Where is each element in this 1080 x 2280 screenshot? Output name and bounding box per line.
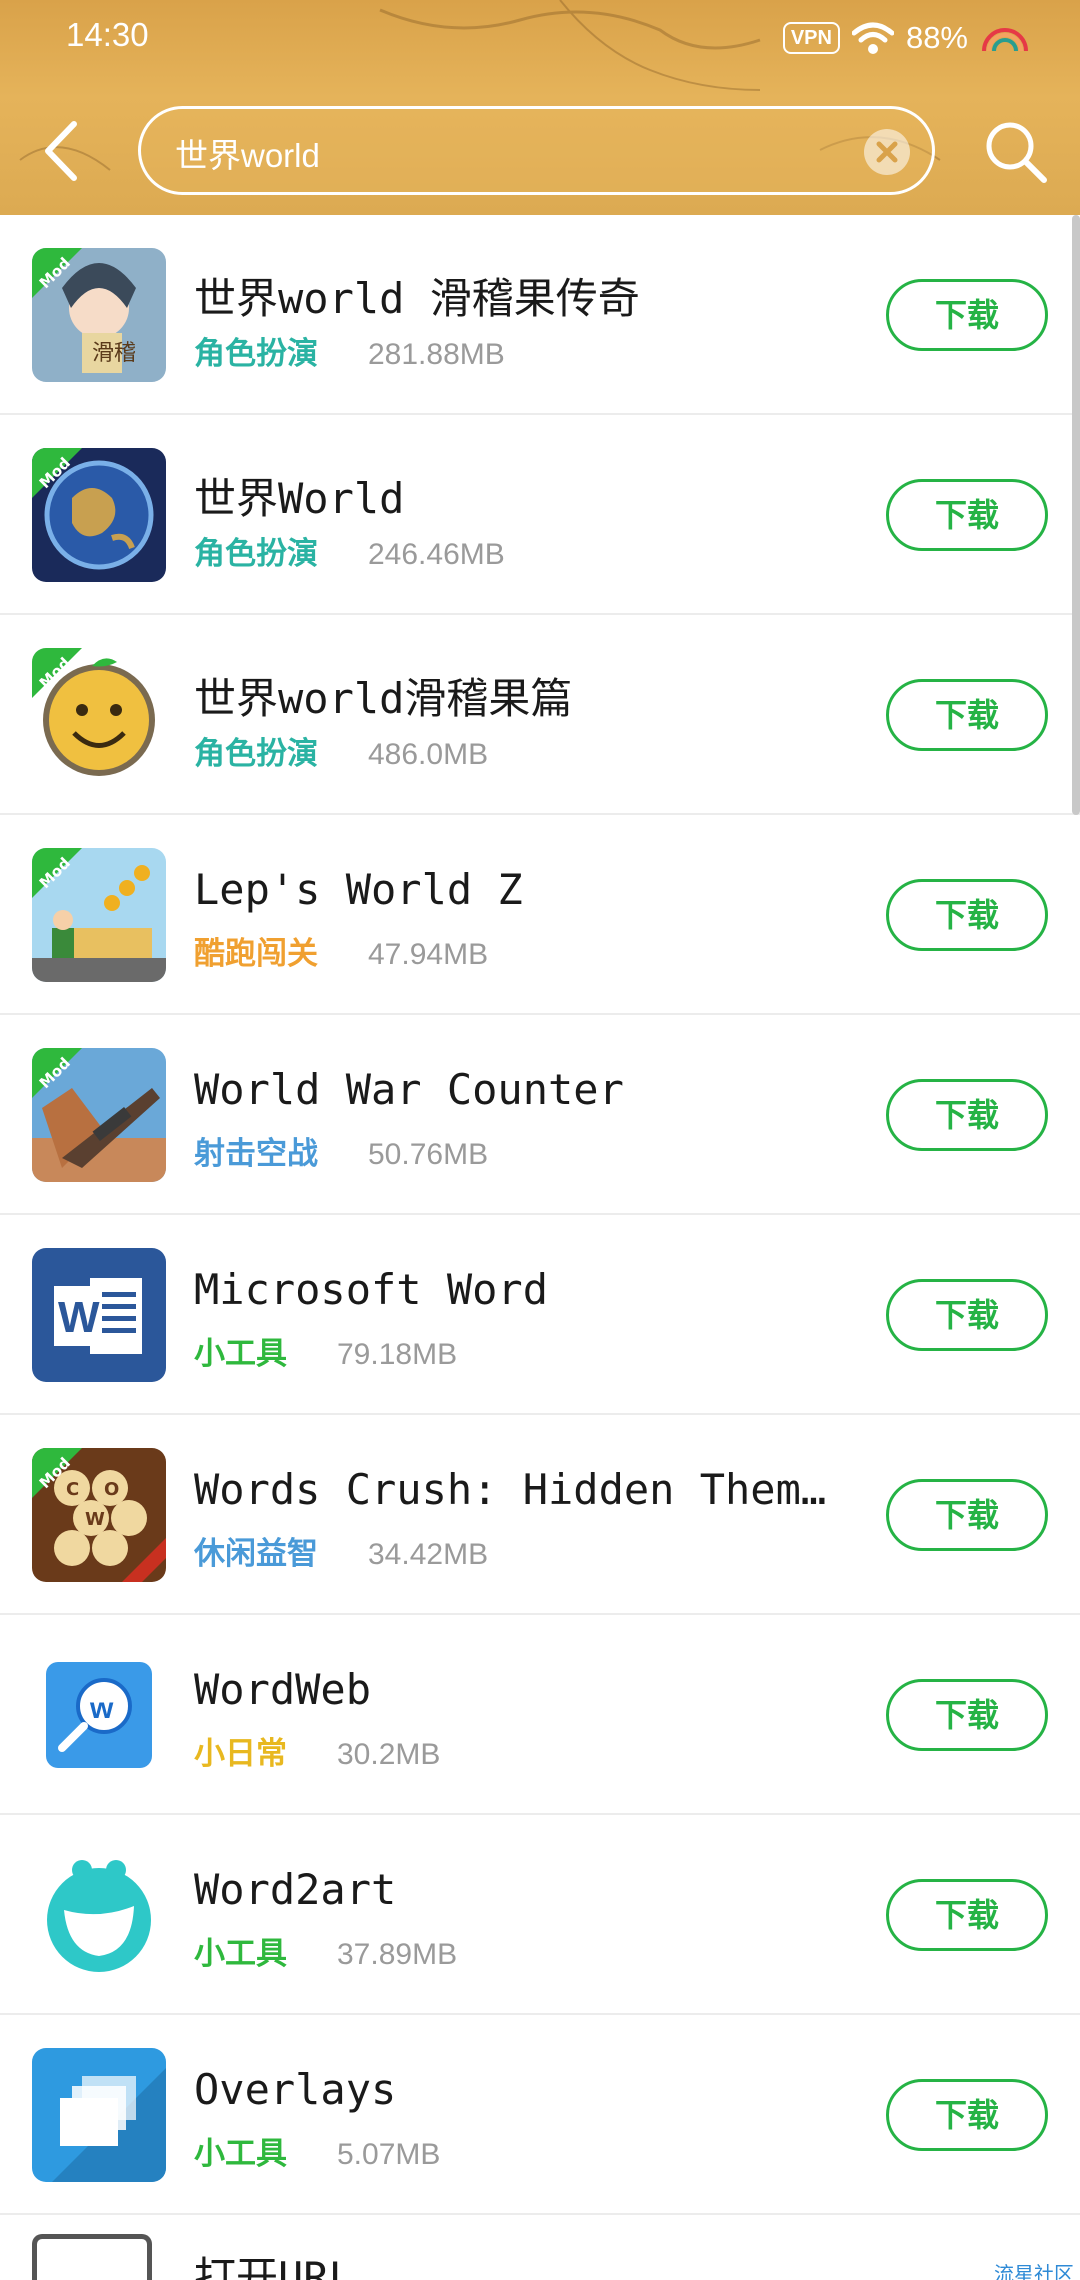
- mod-badge-icon: Mod: [32, 848, 82, 898]
- mod-badge-icon: Mod: [32, 1448, 82, 1498]
- app-size: 486.0MB: [368, 738, 489, 771]
- app-category: 小工具: [194, 1936, 287, 1972]
- app-category: 小日常: [194, 1736, 287, 1772]
- download-button[interactable]: 下载: [886, 679, 1048, 751]
- download-button[interactable]: 下载: [886, 1879, 1048, 1951]
- app-size: 79.18MB: [337, 1338, 458, 1371]
- download-button[interactable]: 下载: [886, 879, 1048, 951]
- download-button[interactable]: 下载: [886, 1079, 1048, 1151]
- mod-badge-icon: Mod: [32, 248, 82, 298]
- platformer-icon: Mod: [32, 848, 166, 982]
- words-crush-icon: C O W Mod: [32, 1448, 166, 1582]
- result-row[interactable]: Overlays 小工具 5.07MB 下载: [0, 2015, 1080, 2215]
- search-results-list: 滑稽 Mod 世界world 滑稽果传奇 角色扮演 281.88MB 下载 Mo…: [0, 215, 1080, 2215]
- wordweb-icon: w: [32, 1648, 166, 1782]
- overlays-icon: [32, 2048, 166, 2182]
- mod-badge-icon: Mod: [32, 448, 82, 498]
- app-category: 角色扮演: [194, 536, 318, 572]
- app-category: 小工具: [194, 2136, 287, 2172]
- app-category: 射击空战: [194, 1136, 318, 1172]
- svg-text:O: O: [104, 1479, 119, 1500]
- search-input[interactable]: 世界world: [138, 106, 935, 195]
- result-row[interactable]: Mod 世界World 角色扮演 246.46MB 下载: [0, 415, 1080, 615]
- svg-text:滑稽: 滑稽: [92, 341, 136, 366]
- app-size: 37.89MB: [337, 1938, 458, 1971]
- app-category: 酷跑闯关: [194, 936, 318, 972]
- download-button[interactable]: 下载: [886, 2079, 1048, 2151]
- result-row[interactable]: W Microsoft Word 小工具 79.18MB 下载: [0, 1215, 1080, 1415]
- app-name: 打开URL: [194, 2253, 354, 2280]
- app-category: 小工具: [194, 1336, 287, 1372]
- app-category: 休闲益智: [194, 1536, 318, 1572]
- app-size: 281.88MB: [368, 338, 505, 371]
- download-button[interactable]: 下载: [886, 279, 1048, 351]
- svg-text:W: W: [58, 1293, 100, 1342]
- wifi-icon: [851, 22, 894, 54]
- back-arrow-icon[interactable]: [40, 118, 84, 184]
- gun-icon: Mod: [32, 1048, 166, 1182]
- app-size: 50.76MB: [368, 1138, 489, 1171]
- mod-badge-icon: Mod: [32, 1048, 82, 1098]
- smile-face-icon: [32, 1848, 166, 1982]
- app-name: Lep's World Z: [194, 865, 523, 914]
- download-button[interactable]: 下载: [886, 1279, 1048, 1351]
- result-row-partial[interactable]: 打开URL 流星社区: [0, 2216, 1080, 2280]
- smiley-fruit-icon: Mod: [32, 648, 166, 782]
- anime-girl-icon: 滑稽 Mod: [32, 248, 166, 382]
- result-row[interactable]: Mod 世界world滑稽果篇 角色扮演 486.0MB 下载: [0, 615, 1080, 815]
- search-query-text: 世界world: [175, 137, 320, 174]
- download-button[interactable]: 下载: [886, 1679, 1048, 1751]
- result-row[interactable]: Mod Lep's World Z 酷跑闯关 47.94MB 下载: [0, 815, 1080, 1015]
- app-name: WordWeb: [194, 1665, 372, 1714]
- battery-level: 88%: [905, 20, 968, 55]
- download-button[interactable]: 下载: [886, 479, 1048, 551]
- result-row[interactable]: w WordWeb 小日常 30.2MB 下载: [0, 1615, 1080, 1815]
- app-name: 世界world 滑稽果传奇: [194, 274, 640, 323]
- app-name: Word2art: [194, 1865, 397, 1914]
- rainbow-battery-icon: [982, 28, 1028, 52]
- result-row[interactable]: Mod World War Counter 射击空战 50.76MB 下载: [0, 1015, 1080, 1215]
- app-category: 角色扮演: [194, 336, 318, 372]
- result-row[interactable]: C O W Mod Words Crush: Hidden Them… 休闲益智…: [0, 1415, 1080, 1615]
- app-name: World War Counter: [194, 1065, 624, 1114]
- app-size: 5.07MB: [337, 2138, 441, 2171]
- vpn-icon: VPN: [782, 22, 840, 54]
- globe-icon: Mod: [32, 448, 166, 582]
- app-size: 47.94MB: [368, 938, 489, 971]
- download-button[interactable]: 下载: [886, 1479, 1048, 1551]
- status-icons: VPN 88%: [782, 18, 1030, 58]
- app-name: 世界World: [194, 474, 405, 523]
- search-icon[interactable]: [982, 118, 1048, 184]
- app-name: Overlays: [194, 2065, 397, 2114]
- watermark: 流星社区: [994, 2262, 1074, 2280]
- clear-icon[interactable]: [864, 129, 910, 175]
- app-name: 世界world滑稽果篇: [194, 674, 573, 723]
- result-row[interactable]: 滑稽 Mod 世界world 滑稽果传奇 角色扮演 281.88MB 下载: [0, 215, 1080, 415]
- app-name: Microsoft Word: [194, 1265, 549, 1314]
- app-name: Words Crush: Hidden Them…: [194, 1465, 827, 1514]
- open-url-icon: [32, 2234, 152, 2280]
- scrollbar[interactable]: [1072, 215, 1080, 815]
- app-category: 角色扮演: [194, 736, 318, 772]
- mod-badge-icon: Mod: [32, 648, 82, 698]
- word-icon: W: [32, 1248, 166, 1382]
- app-size: 246.46MB: [368, 538, 505, 571]
- app-size: 30.2MB: [337, 1738, 441, 1771]
- status-time: 14:30: [66, 16, 149, 53]
- svg-text:w: w: [89, 1692, 114, 1725]
- result-row[interactable]: Word2art 小工具 37.89MB 下载: [0, 1815, 1080, 2015]
- header-bar: 14:30 VPN 88% 世界world: [0, 0, 1080, 215]
- app-size: 34.42MB: [368, 1538, 489, 1571]
